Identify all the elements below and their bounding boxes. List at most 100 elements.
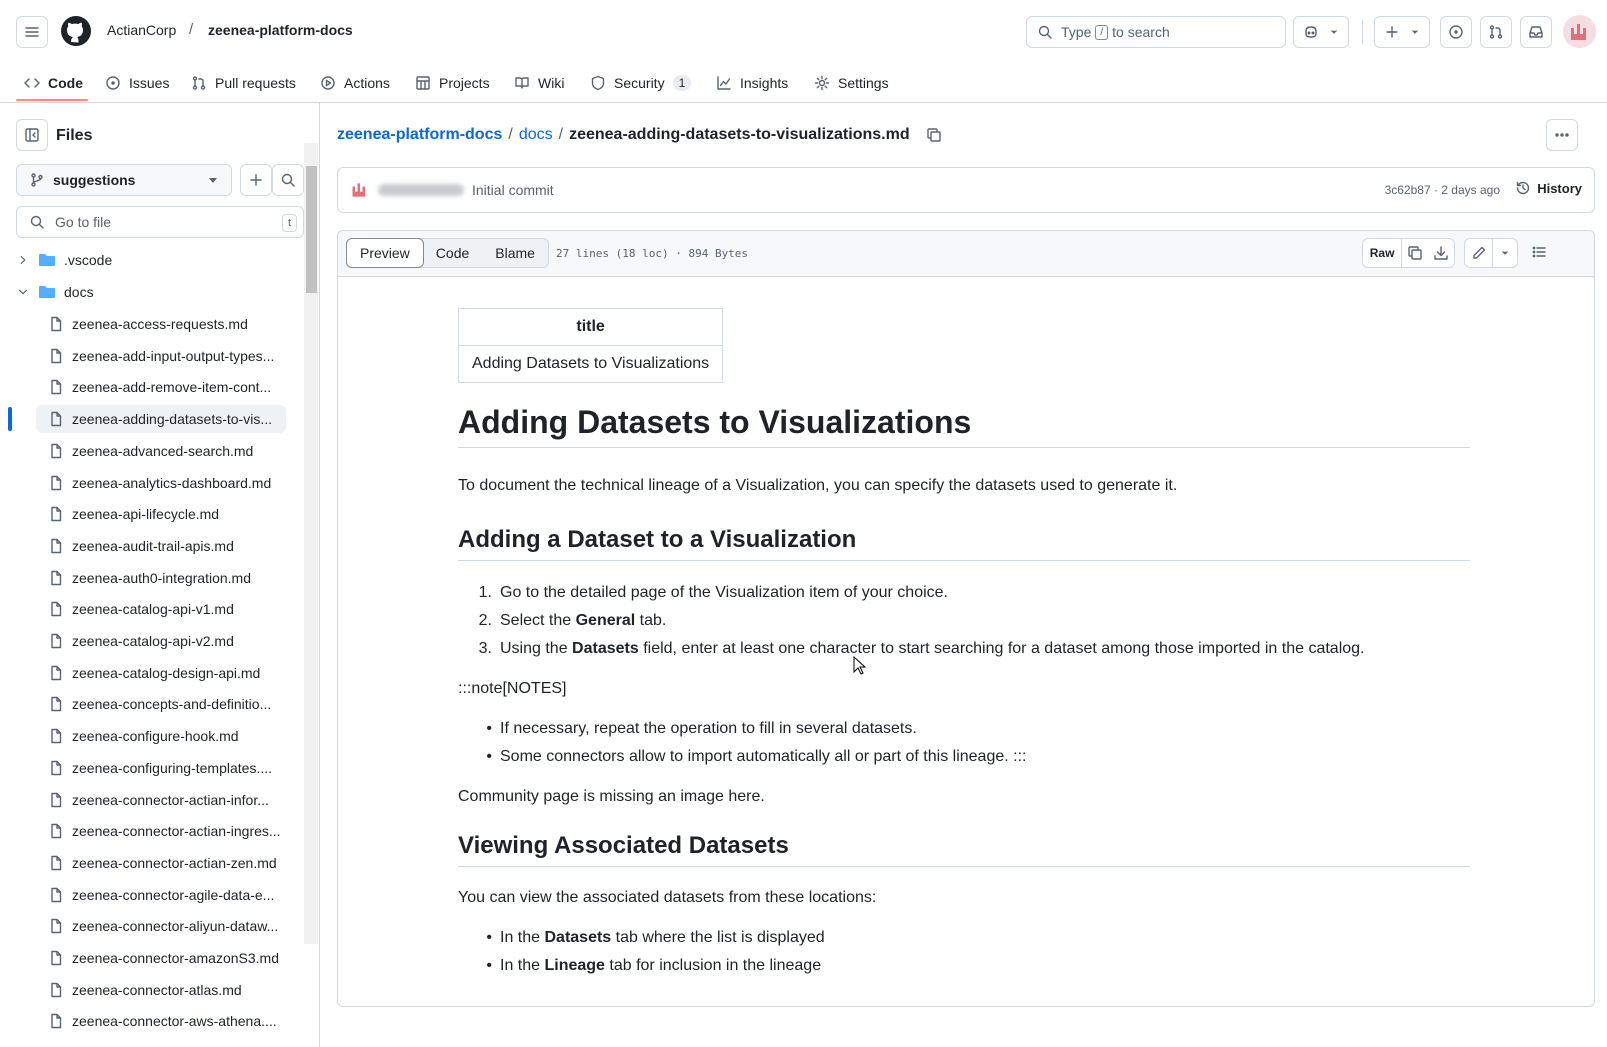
branch-selector[interactable]: suggestions: [16, 164, 232, 196]
sidebar-scrollbar-thumb[interactable]: [306, 166, 317, 293]
step-text: Select the General tab.: [500, 609, 666, 633]
pull-requests-button[interactable]: [1480, 16, 1512, 48]
tab-insights[interactable]: Insights: [716, 70, 788, 96]
frontmatter-value: Adding Datasets to Visualizations: [457, 345, 724, 383]
tab-code[interactable]: Code: [24, 70, 83, 96]
tab-actions[interactable]: Actions: [320, 70, 390, 96]
breadcrumb-folder-link[interactable]: docs: [519, 126, 553, 144]
breadcrumb-repo-link[interactable]: zeenea-platform-docs: [337, 126, 502, 144]
copy-path-icon[interactable]: [926, 127, 942, 143]
step-text-bold: General: [575, 612, 636, 629]
commit-sha-and-time[interactable]: 3c62b87 · 2 days ago: [1385, 183, 1500, 197]
copilot-button[interactable]: [1293, 16, 1349, 48]
repo-owner-link[interactable]: ActianCorp: [107, 22, 176, 38]
tree-label: zeenea-configure-hook.md: [72, 728, 239, 745]
add-file-button[interactable]: [240, 164, 272, 196]
edit-group: [1464, 238, 1518, 268]
tree-file[interactable]: zeenea-audit-trail-apis.md: [36, 532, 286, 560]
create-new-button[interactable]: [1374, 16, 1430, 48]
tab-projects[interactable]: Projects: [415, 70, 490, 96]
inbox-button[interactable]: [1520, 16, 1552, 48]
tree-file[interactable]: zeenea-advanced-search.md: [36, 437, 286, 465]
tree-file[interactable]: zeenea-adding-datasets-to-vis...: [36, 405, 286, 434]
bullet-marker: •: [486, 720, 492, 737]
edit-file-button[interactable]: [1465, 239, 1493, 267]
step-item: 1. Go to the detailed page of the Visual…: [478, 581, 948, 605]
search-files-button[interactable]: [272, 164, 304, 196]
bullet-text-bold: Lineage: [544, 957, 605, 974]
tree-file[interactable]: zeenea-connector-actian-zen.md: [36, 849, 286, 877]
tab-label: Code: [48, 75, 83, 91]
tree-file[interactable]: zeenea-connector-aliyun-dataw...: [36, 912, 286, 940]
issues-button[interactable]: [1440, 16, 1472, 48]
tree-file[interactable]: zeenea-api-lifecycle.md: [36, 500, 286, 528]
raw-button[interactable]: Raw: [1363, 239, 1403, 267]
committer-avatar[interactable]: [350, 180, 370, 200]
user-avatar[interactable]: [1563, 15, 1596, 48]
tab-label: Security: [614, 75, 665, 91]
tab-wiki[interactable]: Wiki: [514, 70, 564, 96]
tree-file[interactable]: zeenea-configuring-templates....: [36, 754, 286, 782]
tab-blame[interactable]: Blame: [482, 239, 548, 267]
tree-file[interactable]: zeenea-connector-agile-data-e...: [36, 881, 286, 909]
tree-file[interactable]: zeenea-connector-actian-ingres...: [36, 817, 286, 845]
committer-name-redacted[interactable]: [378, 184, 464, 196]
tree-file[interactable]: zeenea-connector-aws-athena....: [36, 1007, 286, 1035]
file-icon: [51, 506, 62, 522]
step-text: Go to the detailed page of the Visualiza…: [500, 584, 948, 601]
repo-name-link[interactable]: zeenea-platform-docs: [208, 22, 353, 38]
tree-file[interactable]: zeenea-connector-atlas.md: [36, 976, 286, 1004]
commit-message[interactable]: Initial commit: [472, 182, 554, 198]
tree-file[interactable]: zeenea-auth0-integration.md: [36, 564, 286, 592]
tree-file[interactable]: zeenea-add-remove-item-cont...: [36, 373, 286, 401]
bullet-item: • In the Lineage tab for inclusion in th…: [478, 954, 821, 978]
copy-raw-button[interactable]: [1402, 239, 1428, 267]
bullet-text: If necessary, repeat the operation to fi…: [500, 720, 917, 737]
tree-file[interactable]: zeenea-analytics-dashboard.md: [36, 469, 286, 497]
pencil-icon: [1472, 246, 1485, 259]
more-options-button[interactable]: [1546, 119, 1578, 151]
history-button[interactable]: History: [1515, 180, 1582, 196]
download-button[interactable]: [1429, 239, 1454, 267]
file-icon: [51, 950, 62, 966]
file-icon: [51, 823, 62, 839]
pull-request-icon: [192, 76, 206, 90]
tree-file[interactable]: zeenea-catalog-api-v1.md: [36, 595, 286, 623]
edit-options-button[interactable]: [1493, 239, 1517, 267]
tree-label: zeenea-catalog-api-v1.md: [72, 601, 234, 618]
tab-code-view[interactable]: Code: [423, 239, 482, 267]
tree-file[interactable]: zeenea-connector-actian-infor...: [36, 786, 286, 814]
breadcrumb-file: zeenea-adding-datasets-to-visualizations…: [569, 126, 910, 143]
tree-file[interactable]: zeenea-catalog-design-api.md: [36, 659, 286, 687]
tab-issues[interactable]: Issues: [105, 70, 169, 96]
tree-file[interactable]: zeenea-add-input-output-types...: [36, 342, 286, 370]
tree-file[interactable]: zeenea-access-requests.md: [36, 310, 286, 338]
folder-icon: [39, 286, 55, 298]
tree-file[interactable]: zeenea-catalog-api-v2.md: [36, 627, 286, 655]
tree-label: zeenea-connector-agile-data-e...: [72, 886, 275, 903]
tree-label: zeenea-connector-actian-zen.md: [72, 854, 277, 871]
tab-pull-requests[interactable]: Pull requests: [191, 70, 296, 96]
missing-image-note: Community page is missing an image here.: [458, 788, 765, 805]
frontmatter-table: title Adding Datasets to Visualizations: [457, 308, 724, 383]
go-to-file-input[interactable]: Go to file t: [16, 206, 304, 238]
tab-preview[interactable]: Preview: [346, 238, 424, 268]
search-input[interactable]: Type / to search: [1026, 16, 1286, 48]
tab-security[interactable]: Security 1: [590, 70, 692, 96]
step-number: 1.: [478, 584, 492, 601]
tab-settings[interactable]: Settings: [814, 70, 889, 96]
step-text-bold: Datasets: [572, 640, 639, 657]
step-item: 3. Using the Datasets field, enter at le…: [478, 637, 1365, 661]
tree-folder[interactable]: docs: [16, 278, 296, 306]
latest-commit-bar: Initial commit 3c62b87 · 2 days ago Hist…: [337, 167, 1595, 213]
tree-file[interactable]: zeenea-configure-hook.md: [36, 722, 286, 750]
tree-folder[interactable]: .vscode: [16, 246, 296, 274]
menu-button[interactable]: [16, 16, 48, 48]
github-logo-icon[interactable]: [60, 15, 92, 47]
collapse-sidebar-button[interactable]: [16, 119, 48, 151]
step-text-pre: Using the: [500, 640, 573, 657]
tree-file[interactable]: zeenea-concepts-and-definitio...: [36, 690, 286, 718]
step-text-post: tab.: [635, 612, 667, 629]
tree-file[interactable]: zeenea-connector-amazonS3.md: [36, 944, 286, 972]
outline-button[interactable]: [1531, 244, 1547, 260]
